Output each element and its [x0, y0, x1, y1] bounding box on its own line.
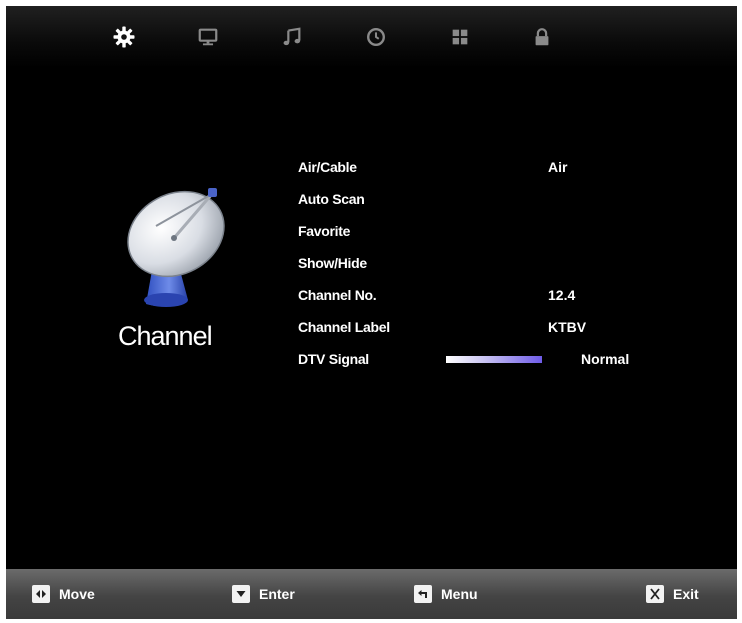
tab-sound[interactable]: [278, 23, 306, 51]
tab-lock[interactable]: [528, 23, 556, 51]
grid-icon: [452, 29, 468, 45]
hint-move: Move: [32, 584, 95, 604]
menu-item-show-hide[interactable]: Show/Hide: [298, 251, 698, 275]
satellite-dish-icon: [127, 188, 225, 307]
exit-key-icon: [646, 585, 664, 603]
menu-item-label: DTV Signal: [298, 351, 369, 367]
menu-item-favorite[interactable]: Favorite: [298, 219, 698, 243]
tv-osd-window: Channel Air/Cable Air Auto Scan Favorite…: [6, 6, 737, 619]
menu-item-dtv-signal: DTV Signal Normal: [298, 347, 698, 371]
menu-item-value: Normal: [581, 351, 630, 367]
clock-icon: [367, 28, 385, 46]
move-key-icon: [32, 585, 50, 603]
tab-time[interactable]: [362, 23, 390, 51]
tab-picture[interactable]: [194, 23, 222, 51]
tab-options[interactable]: [446, 23, 474, 51]
hint-move-label: Move: [59, 586, 95, 602]
menu-item-label: Favorite: [298, 223, 351, 239]
hint-exit-label: Exit: [673, 586, 699, 602]
hint-menu: Menu: [414, 584, 478, 604]
lock-icon: [535, 28, 549, 46]
footer-hint-bar: Move Enter Menu Exit: [6, 569, 737, 619]
hint-menu-label: Menu: [441, 586, 478, 602]
section-title: Channel: [118, 321, 213, 351]
menu-item-label: Air/Cable: [298, 159, 357, 175]
hint-enter: Enter: [232, 584, 295, 604]
menu-item-channel-no[interactable]: Channel No. 12.4: [298, 283, 698, 307]
hint-exit: Exit: [646, 584, 699, 604]
menu-item-auto-scan[interactable]: Auto Scan: [298, 187, 698, 211]
menu-item-label: Show/Hide: [298, 255, 367, 271]
music-note-icon: [283, 27, 301, 46]
enter-key-icon: [232, 585, 250, 603]
hint-enter-label: Enter: [259, 586, 295, 602]
monitor-icon: [198, 28, 218, 46]
gear-icon: [113, 26, 135, 48]
menu-item-label: Auto Scan: [298, 191, 365, 207]
menu-item-label: Channel Label: [298, 319, 390, 335]
menu-item-value: KTBV: [548, 319, 587, 335]
top-tab-bar: [6, 6, 737, 68]
menu-item-value: 12.4: [548, 287, 576, 303]
signal-strength-bar: [446, 356, 542, 363]
menu-item-label: Channel No.: [298, 287, 377, 303]
menu-key-icon: [414, 585, 432, 603]
menu-item-air-cable[interactable]: Air/Cable Air: [298, 155, 698, 179]
menu-item-value: Air: [548, 159, 568, 175]
menu-item-channel-label[interactable]: Channel Label KTBV: [298, 315, 698, 339]
tab-setup[interactable]: [110, 23, 138, 51]
